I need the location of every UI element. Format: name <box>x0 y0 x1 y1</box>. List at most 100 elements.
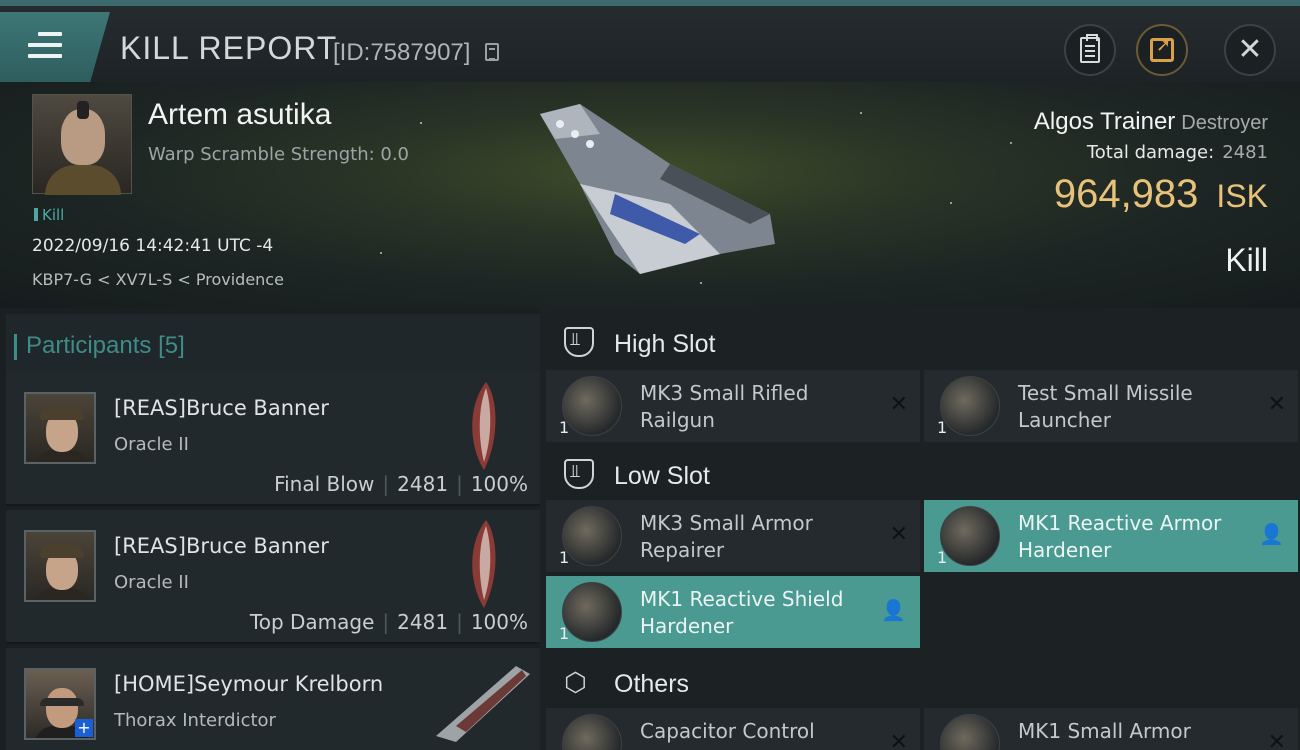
module-quantity: 1 <box>559 548 570 567</box>
menu-icon <box>28 32 62 60</box>
low-slot-icon <box>564 459 594 489</box>
participant-role: Top Damage <box>249 610 375 634</box>
participant-percent: 100% <box>470 472 528 496</box>
module-quantity: 1 <box>559 624 570 643</box>
avatar[interactable] <box>24 392 96 464</box>
total-damage: Total damage: 2481 <box>1087 142 1268 163</box>
avatar[interactable]: + <box>24 668 96 740</box>
high-slot-icon <box>564 327 594 357</box>
isk-unit: ISK <box>1216 178 1268 214</box>
participant-ship: Oracle II <box>114 434 189 455</box>
participants-title-label: Participants <box>26 332 152 359</box>
high-slot-label: High Slot <box>614 330 716 358</box>
low-slot-header: Low Slot <box>546 448 1300 500</box>
participant-row[interactable]: + [HOME]Seymour Krelborn Thorax Interdic… <box>6 648 540 750</box>
participants-header: Participants [5] <box>6 314 540 372</box>
close-button[interactable]: ✕ <box>1224 24 1276 76</box>
armor-repairer-icon <box>562 506 622 566</box>
report-id: [ID:7587907] <box>333 39 471 66</box>
destroyed-x-icon: ✕ <box>889 522 908 547</box>
module-item[interactable]: 1 Test Small Missile Launcher ✕ <box>924 370 1298 442</box>
ship-name-label: Algos Trainer <box>1033 108 1176 135</box>
share-button[interactable] <box>1136 24 1188 76</box>
clipboard-button[interactable] <box>1064 24 1116 76</box>
high-slot-header: High Slot <box>546 316 1300 368</box>
participant-stats: Top Damage | 2481 | 100% <box>249 610 528 634</box>
participant-stats: Final Blow | 2481 | 100% <box>274 472 528 496</box>
participants-count: [5] <box>158 332 185 359</box>
clipboard-icon <box>1080 34 1100 63</box>
railgun-icon <box>562 376 622 436</box>
module-name: MK3 Small Armor Repairer <box>640 511 813 562</box>
module-name: MK1 Reactive Shield Hardener <box>640 587 844 638</box>
participant-ship: Thorax Interdictor <box>114 710 276 731</box>
shield-hardener-icon <box>562 582 622 642</box>
destroyed-x-icon: ✕ <box>1267 392 1286 417</box>
module-quantity: 1 <box>937 418 948 437</box>
participant-ship-image <box>436 666 530 742</box>
ship-class: Destroyer <box>1181 112 1268 134</box>
module-name: MK1 Small Armor <box>1018 719 1191 743</box>
participant-name: [REAS]Bruce Banner <box>114 396 329 420</box>
others-header: ⬡ Others <box>546 656 1300 708</box>
module-item[interactable]: 1 MK1 Reactive Shield Hardener 👤 <box>546 576 920 648</box>
others-label: Others <box>614 670 690 698</box>
isk-value: 964,983 ISK <box>1054 172 1268 217</box>
avatar[interactable] <box>24 530 96 602</box>
pilot-icon: 👤 <box>881 598 906 622</box>
participant-damage: 2481 <box>397 610 449 634</box>
header-bar: KILL REPORT [ID:7587907] ✕ <box>0 0 1300 82</box>
total-damage-label: Total damage: <box>1086 142 1215 163</box>
capacitor-control-icon <box>562 714 622 750</box>
module-name: Capacitor Control <box>640 719 815 743</box>
destroyed-x-icon: ✕ <box>1267 730 1286 750</box>
module-item[interactable]: 1 MK3 Small Rifled Railgun ✕ <box>546 370 920 442</box>
victim-avatar[interactable] <box>32 94 132 195</box>
isk-amount: 964,983 <box>1053 172 1199 216</box>
total-damage-value: 2481 <box>1222 142 1268 163</box>
victim-ship-image <box>540 104 775 274</box>
participant-row[interactable]: [REAS]Bruce Banner Oracle II Final Blow |… <box>6 372 540 506</box>
armor-hardener-icon <box>940 506 1000 566</box>
kill-time: 2022/09/16 14:42:41 UTC -4 <box>32 236 274 256</box>
participant-ship-image <box>472 382 496 470</box>
module-item[interactable]: MK1 Small Armor ✕ <box>924 708 1298 750</box>
participant-role: Final Blow <box>274 472 375 496</box>
page-title: KILL REPORT <box>120 30 338 66</box>
module-name: MK1 Reactive Armor Hardener <box>1018 511 1222 562</box>
module-name: MK3 Small Rifled Railgun <box>640 381 809 432</box>
participant-ship: Oracle II <box>114 572 189 593</box>
close-icon: ✕ <box>1237 32 1263 67</box>
participants-title: Participants [5] <box>14 332 185 360</box>
participant-name: [REAS]Bruce Banner <box>114 534 329 558</box>
module-quantity: 1 <box>937 548 948 567</box>
module-item[interactable]: 1 MK1 Reactive Armor Hardener 👤 <box>924 500 1298 572</box>
warp-scramble-strength: Warp Scramble Strength: 0.0 <box>148 144 410 165</box>
small-armor-icon <box>940 714 1000 750</box>
participants-panel: Participants [5] [REAS]Bruce Banner Orac… <box>0 308 540 750</box>
module-name: Test Small Missile Launcher <box>1018 381 1193 432</box>
participant-ship-image <box>472 520 496 608</box>
participant-name: [HOME]Seymour Krelborn <box>114 672 384 696</box>
participant-damage: 2481 <box>397 472 449 496</box>
destroyed-x-icon: ✕ <box>889 392 908 417</box>
fitting-panel: High Slot 1 MK3 Small Rifled Railgun ✕ 1… <box>540 308 1300 750</box>
module-item[interactable]: Capacitor Control ✕ <box>546 708 920 750</box>
participant-percent: 100% <box>470 610 528 634</box>
kill-tag: Kill <box>34 206 64 224</box>
victim-name: Artem asutika <box>148 98 332 131</box>
kill-location[interactable]: KBP7-G < XV7L-S < Providence <box>32 270 284 289</box>
module-quantity: 1 <box>559 418 570 437</box>
participant-row[interactable]: [REAS]Bruce Banner Oracle II Top Damage |… <box>6 510 540 644</box>
share-icon <box>1150 35 1174 62</box>
victim-ship-name[interactable]: Algos Trainer Destroyer <box>1034 108 1268 136</box>
module-item[interactable]: 1 MK3 Small Armor Repairer ✕ <box>546 500 920 572</box>
victim-banner: Artem asutika Warp Scramble Strength: 0.… <box>0 82 1300 308</box>
menu-button[interactable] <box>0 12 110 82</box>
cube-icon: ⬡ <box>564 668 587 698</box>
pilot-icon: 👤 <box>1259 522 1284 546</box>
missile-launcher-icon <box>940 376 1000 436</box>
result-label: Kill <box>1225 242 1268 278</box>
plus-badge-icon: + <box>75 719 93 737</box>
copy-icon[interactable] <box>485 43 499 61</box>
